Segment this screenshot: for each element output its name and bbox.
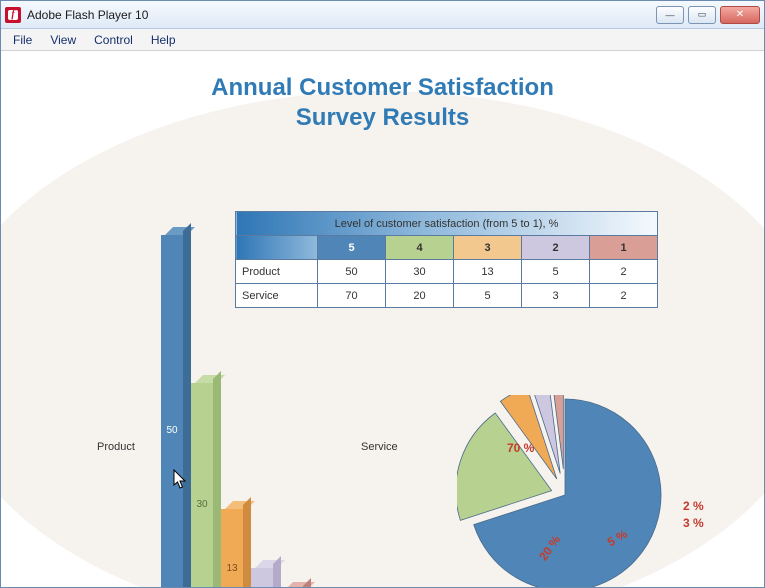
cell: 3 [522,284,590,308]
bar-5: 50 [161,235,183,587]
flash-icon [5,7,21,23]
pie-label-2: 2 % [683,499,704,513]
cell: 13 [454,260,522,284]
bar-4-label: 30 [191,499,213,510]
cell: 2 [590,284,658,308]
pie-chart [457,395,673,587]
bar-3: 13 [221,509,243,587]
bar-2: 5 [251,568,273,587]
cell: 30 [386,260,454,284]
menu-view[interactable]: View [42,31,84,49]
stage: Annual Customer Satisfaction Survey Resu… [1,51,764,587]
maximize-button[interactable]: ▭ [688,6,716,24]
close-button[interactable]: ✕ [720,6,760,24]
col-2: 2 [522,236,590,260]
col-1: 1 [590,236,658,260]
product-axis-label: Product [97,441,135,453]
bar-3-label: 13 [221,563,243,574]
page-title: Annual Customer Satisfaction Survey Resu… [1,73,764,133]
col-4: 4 [386,236,454,260]
menubar: File View Control Help [1,29,764,51]
cell: 2 [590,260,658,284]
pie-label-70: 70 % [507,441,534,455]
bar-4: 30 [191,383,213,587]
title-line2: Survey Results [296,104,469,131]
col-3: 3 [454,236,522,260]
minimize-button[interactable]: — [656,6,684,24]
bar-chart: 50 30 13 5 2 [161,225,331,587]
menu-help[interactable]: Help [143,31,184,49]
pie-label-3: 3 % [683,516,704,530]
pie-svg [457,395,673,587]
menu-control[interactable]: Control [86,31,141,49]
window-title: Adobe Flash Player 10 [27,8,148,22]
app-window: Adobe Flash Player 10 — ▭ ✕ File View Co… [0,0,765,588]
cell: 5 [454,284,522,308]
cell: 5 [522,260,590,284]
bar-5-label: 50 [161,425,183,436]
titlebar[interactable]: Adobe Flash Player 10 — ▭ ✕ [1,1,764,29]
service-axis-label: Service [361,441,398,453]
title-line1: Annual Customer Satisfaction [211,74,554,101]
cell: 20 [386,284,454,308]
content: Annual Customer Satisfaction Survey Resu… [1,51,764,587]
menu-file[interactable]: File [5,31,40,49]
